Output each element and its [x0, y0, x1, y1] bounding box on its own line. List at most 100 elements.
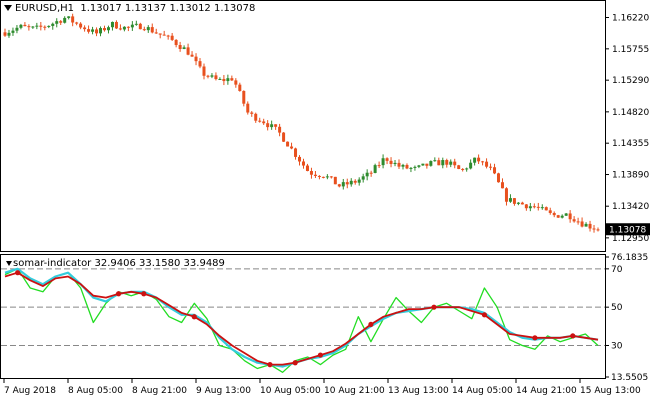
candle-body [166, 35, 170, 37]
candle-body [349, 180, 353, 185]
candle-body [170, 35, 174, 40]
candle-body [493, 167, 497, 174]
candle-body [11, 30, 15, 33]
candles-layer [3, 13, 600, 233]
indicator-axis: 76.1835 70 50 30 13.5505 [605, 253, 648, 383]
candle-body [23, 24, 27, 27]
candle-body [305, 165, 309, 172]
candle-body [437, 160, 441, 166]
candle-body [47, 25, 51, 27]
candle-body [79, 23, 83, 28]
candle-body [158, 33, 162, 35]
candle-body [274, 124, 278, 127]
candle-body [51, 23, 55, 26]
indicator-axis-label: 50 [611, 303, 623, 313]
candle-body [206, 75, 210, 77]
candle-body [572, 219, 576, 222]
candle-body [485, 161, 489, 167]
candle-body [226, 78, 230, 82]
time-label: 8 Aug 05:00 [68, 386, 123, 396]
candle-body [102, 28, 106, 31]
candle-body [536, 206, 540, 208]
candle-body [27, 26, 31, 28]
candle-body [99, 28, 103, 34]
candle-body [266, 123, 270, 128]
candle-body [568, 213, 572, 220]
candle-body [528, 206, 532, 209]
time-label: 14 Aug 05:00 [452, 386, 513, 396]
chart-canvas[interactable]: 1.16220 1.15755 1.15290 1.14820 1.14355 1.138… [0, 0, 650, 400]
price-label: 1.13420 [612, 202, 649, 212]
time-label: 10 Aug 21:00 [324, 386, 385, 396]
candle-body [556, 215, 560, 218]
candle-body [39, 25, 43, 27]
price-label: 1.13890 [612, 171, 649, 181]
candle-body [413, 166, 417, 168]
candle-body [329, 176, 333, 178]
candle-body [174, 39, 178, 46]
indicator-axis-label: 30 [611, 341, 623, 351]
candle-body [469, 162, 473, 169]
signal-dot [481, 312, 488, 318]
candle-body [540, 207, 544, 209]
candle-body [194, 56, 198, 62]
candle-body [106, 27, 110, 31]
candle-body [500, 182, 504, 189]
candle-body [508, 198, 512, 202]
candle-body [150, 27, 154, 33]
candle-body [445, 160, 449, 165]
signal-dot [15, 270, 21, 276]
price-label: 1.14820 [612, 108, 649, 118]
candle-body [294, 148, 298, 157]
candle-body [473, 157, 477, 163]
candle-body [425, 163, 429, 166]
candle-body [162, 34, 166, 36]
candle-body [178, 45, 182, 50]
candle-body [130, 24, 134, 28]
candle-body [218, 78, 222, 80]
signal-dot [368, 321, 374, 328]
candle-body [87, 29, 91, 32]
candle-body [202, 66, 206, 76]
time-axis: 7 Aug 2018 8 Aug 05:00 8 Aug 21:00 9 Aug 13… [3, 378, 641, 396]
candle-body [357, 179, 361, 183]
candle-body [532, 206, 536, 208]
indicator-axis-label: 70 [611, 265, 623, 275]
candle-body [63, 17, 67, 23]
candle-body [301, 161, 305, 166]
candle-body [365, 172, 369, 177]
candle-body [95, 29, 99, 34]
candle-body [564, 213, 568, 216]
candle-body [238, 84, 242, 91]
candle-body [548, 210, 552, 213]
candle-body [325, 176, 329, 178]
candle-body [59, 21, 63, 23]
candle-body [465, 168, 469, 170]
candle-body [385, 158, 389, 161]
candle-body [592, 228, 596, 230]
candle-body [214, 75, 218, 80]
price-label: 1.15290 [612, 76, 649, 86]
candle-body [234, 80, 238, 85]
candle-body [270, 124, 274, 128]
candle-body [457, 165, 461, 169]
candle-body [481, 161, 485, 163]
candle-body [138, 23, 142, 30]
signal-dot [292, 360, 298, 366]
candle-body [122, 26, 126, 30]
candle-body [441, 160, 445, 166]
candle-body [381, 158, 385, 166]
candle-body [7, 32, 11, 36]
candle-body [544, 207, 548, 211]
signal-dot [141, 291, 147, 297]
time-label: 13 Aug 13:00 [388, 386, 449, 396]
time-label: 15 Aug 13:00 [580, 386, 641, 396]
candle-body [588, 223, 592, 229]
candle-body [477, 157, 481, 162]
signal-dot [532, 335, 538, 341]
candle-body [453, 161, 457, 166]
candle-body [389, 160, 393, 165]
candle-body [126, 26, 130, 28]
indicator-axis-label: 13.5505 [611, 373, 648, 383]
signal-dot [115, 291, 122, 297]
